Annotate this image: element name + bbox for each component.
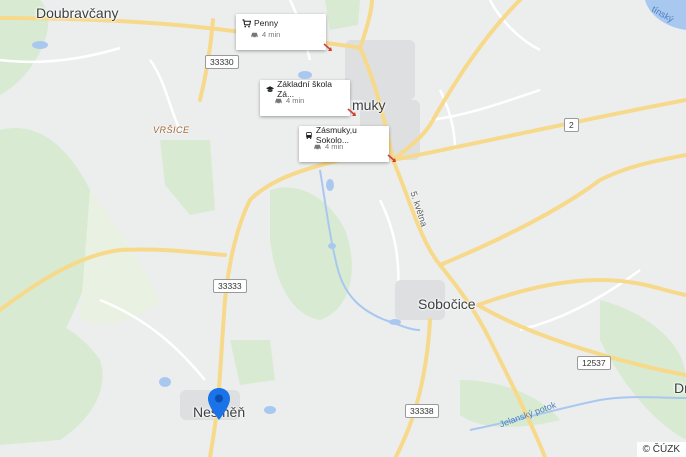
school-icon [266, 85, 275, 92]
poi-travel-time: 4 min [325, 142, 344, 151]
road-shield-12537: 12537 [577, 356, 611, 370]
car-icon [314, 144, 321, 151]
car-icon [275, 98, 282, 105]
poi-callout-penny[interactable]: Penny 4 min [236, 14, 326, 50]
poi-name: Penny [254, 18, 279, 28]
place-label-vrsice: VRŠICE [153, 125, 190, 135]
map-base-layer [0, 0, 686, 457]
poi-callout-bus-stop[interactable]: Zásmuky,u Sokolo... 4 min [299, 125, 389, 162]
shopping-cart-icon [242, 18, 251, 27]
road-shield-33338: 33338 [405, 404, 439, 418]
route-arrow-icon [387, 154, 396, 162]
place-label-dr: Dr [674, 380, 686, 396]
poi-travel-time: 4 min [262, 30, 281, 39]
bus-icon [306, 131, 312, 139]
poi-callout-school[interactable]: Základní škola Zá... 4 min [260, 79, 350, 116]
map-canvas[interactable]: Doubravčany muky Sobočice Nesměň VRŠICE … [0, 0, 686, 457]
route-arrow-icon [347, 108, 356, 116]
road-shield-2: 2 [564, 118, 579, 132]
car-icon [251, 32, 258, 39]
route-arrow-icon [323, 43, 332, 51]
place-label-doubravcany: Doubravčany [36, 5, 119, 21]
poi-travel-time: 4 min [286, 96, 305, 105]
road-shield-33333: 33333 [213, 279, 247, 293]
map-attribution: © ČÚZK [636, 442, 686, 457]
location-pin-icon[interactable] [207, 387, 231, 421]
place-label-sobocice: Sobočice [418, 296, 476, 312]
road-shield-33330: 33330 [205, 55, 239, 69]
